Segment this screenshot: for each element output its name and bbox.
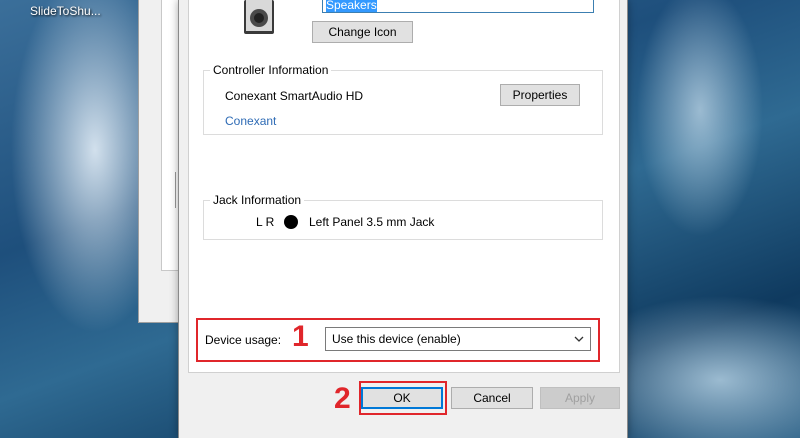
jack-information-title: Jack Information — [210, 193, 305, 207]
properties-button[interactable]: Properties — [500, 84, 580, 106]
jack-label: Left Panel 3.5 mm Jack — [309, 215, 435, 229]
step-2-label: 2 — [334, 382, 351, 415]
jack-color-icon — [284, 215, 298, 229]
desktop-icon-label[interactable]: SlideToShu... — [30, 4, 101, 18]
apply-button[interactable]: Apply — [540, 387, 620, 409]
change-icon-button[interactable]: Change Icon — [312, 21, 413, 43]
device-name-value: Speakers — [326, 0, 377, 12]
speaker-properties-dialog: Speakers Change Icon Controller Informat… — [178, 0, 628, 438]
controller-information-title: Controller Information — [210, 63, 332, 77]
cancel-button[interactable]: Cancel — [451, 387, 533, 409]
controller-information-group: Controller Information Conexant SmartAud… — [203, 63, 603, 135]
ok-button-highlight — [359, 381, 447, 415]
jack-channels: L R — [256, 215, 275, 229]
vendor-link[interactable]: Conexant — [225, 114, 276, 128]
device-usage-highlight — [196, 318, 600, 362]
speaker-icon — [244, 0, 274, 34]
jack-information-group: Jack Information L R Left Panel 3.5 mm J… — [203, 193, 603, 240]
device-name-input[interactable]: Speakers — [322, 0, 594, 13]
step-1-label: 1 — [292, 320, 309, 353]
background-window-divider — [175, 172, 176, 208]
controller-device-name: Conexant SmartAudio HD — [225, 89, 364, 103]
